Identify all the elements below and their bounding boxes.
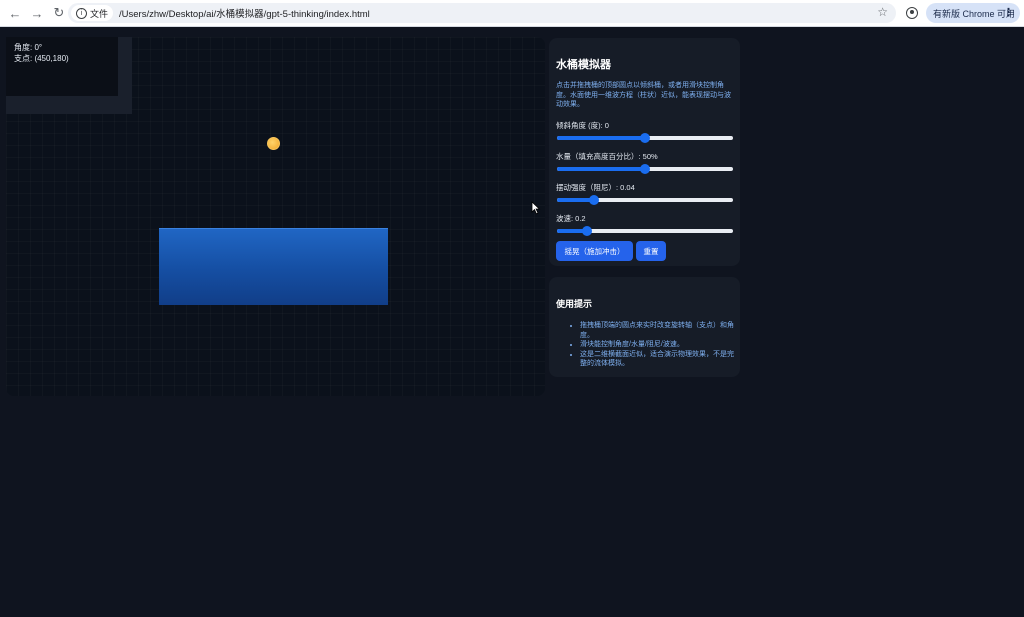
profile-icon[interactable]: [906, 7, 918, 19]
angle-slider-fill: [557, 136, 645, 140]
more-menu-icon[interactable]: ⋮: [1003, 6, 1014, 19]
pivot-readout: 支点: (450,180): [14, 54, 69, 63]
damping-slider[interactable]: [557, 195, 733, 205]
info-icon: i: [76, 7, 87, 19]
back-icon[interactable]: ←: [6, 4, 24, 22]
hud-backdrop: 角度: 0° 支点: (450,180): [6, 37, 132, 114]
control-panel: 水桶模拟器 点击并拖拽桶的顶部圆点以倾斜桶，或者用滑块控制角度。水面使用一维波方…: [549, 38, 740, 266]
water-body: [159, 228, 388, 305]
angle-slider-label: 倾斜角度 (度): 0: [556, 121, 609, 130]
bookmark-star-icon[interactable]: ☆: [877, 5, 888, 19]
site-info-chip[interactable]: i 文件: [71, 5, 114, 21]
wave-speed-slider[interactable]: [557, 226, 733, 236]
tips-title: 使用提示: [556, 299, 593, 309]
panel-title: 水桶模拟器: [556, 59, 611, 71]
wave-speed-slider-label: 波速: 0.2: [556, 214, 586, 223]
tip-item: 滑块能控制角度/水量/阻尼/波速。: [580, 340, 736, 350]
mouse-cursor-icon: [531, 201, 541, 215]
angle-slider[interactable]: [557, 133, 733, 143]
water-slider-thumb[interactable]: [640, 164, 650, 174]
reload-icon[interactable]: ↻: [50, 4, 68, 22]
url-text[interactable]: /Users/zhw/Desktop/ai/水桶模拟器/gpt-5-thinki…: [119, 6, 370, 20]
simulation-canvas[interactable]: 角度: 0° 支点: (450,180): [6, 37, 545, 396]
wave-speed-slider-thumb[interactable]: [581, 226, 592, 236]
file-label: 文件: [90, 8, 109, 19]
forward-icon[interactable]: →: [28, 4, 46, 22]
angle-readout: 角度: 0°: [14, 43, 43, 52]
angle-slider-thumb[interactable]: [640, 133, 650, 143]
address-bar[interactable]: i 文件 /Users/zhw/Desktop/ai/水桶模拟器/gpt-5-t…: [68, 3, 896, 23]
chrome-update-button[interactable]: 有新版 Chrome 可用 ⋮: [926, 3, 1020, 23]
pivot-handle[interactable]: [267, 137, 280, 150]
browser-toolbar: ← → ↻ i 文件 /Users/zhw/Desktop/ai/水桶模拟器/g…: [0, 0, 1024, 27]
water-slider-fill: [557, 167, 645, 171]
damping-slider-thumb[interactable]: [588, 195, 599, 205]
tip-item: 这是二维横截面近似，适合演示物理效果，不是完整的流体模拟。: [580, 350, 736, 369]
panel-description: 点击并拖拽桶的顶部圆点以倾斜桶，或者用滑块控制角度。水面使用一维波方程（柱状）近…: [556, 82, 731, 108]
tip-item: 拖拽桶顶端的圆点来实时改变旋转轴（支点）和角度。: [580, 321, 736, 340]
water-level-slider[interactable]: [557, 164, 733, 174]
hud-readout: 角度: 0° 支点: (450,180): [6, 37, 118, 96]
water-slider-label: 水量（填充高度百分比）: 50%: [556, 152, 658, 161]
tips-panel: 使用提示 拖拽桶顶端的圆点来实时改变旋转轴（支点）和角度。 滑块能控制角度/水量…: [549, 277, 740, 377]
tips-list: 拖拽桶顶端的圆点来实时改变旋转轴（支点）和角度。 滑块能控制角度/水量/阻尼/波…: [556, 321, 736, 369]
shake-button[interactable]: 摇晃（施加冲击）: [556, 241, 633, 261]
damping-slider-label: 摆动强度（阻尼）: 0.04: [556, 183, 635, 192]
reset-button[interactable]: 重置: [636, 241, 666, 261]
